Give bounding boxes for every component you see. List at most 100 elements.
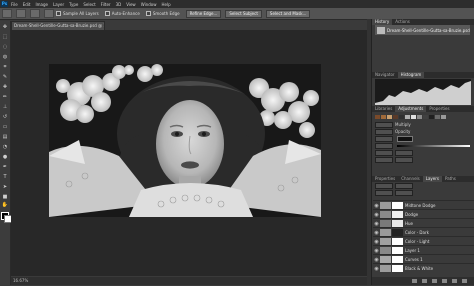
visibility-eye-icon[interactable]: ◉ xyxy=(373,221,380,227)
tab-properties-top[interactable]: Properties xyxy=(426,106,452,112)
sample-all-layers-checkbox[interactable] xyxy=(56,11,61,16)
marquee-tool-icon[interactable]: ⬚ xyxy=(2,34,8,40)
smooth-edge-checkbox[interactable] xyxy=(145,11,151,16)
swatch[interactable] xyxy=(381,114,386,119)
photo-canvas[interactable] xyxy=(49,64,321,217)
visibility-eye-icon[interactable]: ◉ xyxy=(373,203,380,209)
tab-histogram[interactable]: Histogram xyxy=(397,72,425,78)
gradient-select[interactable] xyxy=(375,142,393,149)
type-tool-icon[interactable]: T xyxy=(2,174,8,180)
tab-adjustments[interactable]: Adjustments xyxy=(395,106,427,112)
tab-paths[interactable]: Paths xyxy=(442,176,459,182)
eyedropper-tool-icon[interactable]: ✎ xyxy=(2,74,8,80)
subtract-selection-icon[interactable] xyxy=(44,9,54,18)
menu-file[interactable]: File xyxy=(11,2,18,7)
zoom-level[interactable]: 16.67% xyxy=(13,278,28,283)
swatch[interactable] xyxy=(441,114,446,119)
healing-brush-tool-icon[interactable]: ✚ xyxy=(2,84,8,90)
menu-filter[interactable]: Filter xyxy=(101,2,111,7)
layer-mask-thumbnail xyxy=(392,247,403,254)
tab-libraries[interactable]: Libraries xyxy=(372,106,395,112)
canvas-area[interactable] xyxy=(11,30,367,276)
menu-image[interactable]: Image xyxy=(35,2,48,7)
brush-tool-icon[interactable]: ✏ xyxy=(2,94,8,100)
swatch[interactable] xyxy=(375,114,380,119)
history-snapshot-row[interactable]: Dream-Shell-Gentille-Gutta-sa-Bruzie.psd xyxy=(375,25,470,35)
layer-kind-filter[interactable] xyxy=(375,182,393,189)
tab-properties[interactable]: Properties xyxy=(372,176,398,182)
portrait-photo xyxy=(49,64,321,217)
menu-select[interactable]: Select xyxy=(83,2,95,7)
crop-tool-icon[interactable]: ⌗ xyxy=(2,64,8,70)
swatch[interactable] xyxy=(399,114,404,119)
rectangle-tool-icon[interactable]: ■ xyxy=(2,194,8,200)
add-to-selection-icon[interactable] xyxy=(30,9,40,18)
visibility-eye-icon[interactable]: ◉ xyxy=(373,230,380,236)
layer-fill-input[interactable] xyxy=(395,189,413,196)
tone-input-4[interactable] xyxy=(395,156,413,163)
layer-blend-mode-select[interactable] xyxy=(395,182,413,189)
color-mode-select[interactable] xyxy=(375,135,393,142)
swatch[interactable] xyxy=(429,114,434,119)
select-subject-button[interactable]: Select Subject xyxy=(225,9,262,18)
tone-input-2[interactable] xyxy=(395,149,413,156)
blend-mode-label: Multiply xyxy=(395,122,411,127)
swatch[interactable] xyxy=(435,114,440,119)
history-brush-tool-icon[interactable]: ↺ xyxy=(2,114,8,120)
layer-thumbnail xyxy=(380,220,391,227)
color-swatch-dark[interactable] xyxy=(397,135,413,142)
layer-thumbnail xyxy=(380,238,391,245)
layer-thumbnail xyxy=(380,202,391,209)
dodge-tool-icon[interactable]: ● xyxy=(2,154,8,160)
swatch[interactable] xyxy=(423,114,428,119)
eraser-tool-icon[interactable]: ▭ xyxy=(2,124,8,130)
quick-selection-tool-icon[interactable]: ◍ xyxy=(2,54,8,60)
visibility-eye-icon[interactable]: ◉ xyxy=(373,212,380,218)
menu-view[interactable]: View xyxy=(126,2,136,7)
gradient-tool-icon[interactable]: ▤ xyxy=(2,134,8,140)
pen-tool-icon[interactable]: ✒ xyxy=(2,164,8,170)
gradient-slider[interactable] xyxy=(397,144,470,147)
hand-tool-icon[interactable]: ✋ xyxy=(2,202,8,208)
menu-3d[interactable]: 3D xyxy=(116,2,122,7)
layer-thumbnail xyxy=(380,211,391,218)
blur-tool-icon[interactable]: ◔ xyxy=(2,144,8,150)
layer-name: Hue xyxy=(405,221,414,226)
smooth-edge-label: Smooth Edge xyxy=(152,11,180,16)
menu-edit[interactable]: Edit xyxy=(23,2,31,7)
tone-input-1[interactable] xyxy=(375,149,393,156)
auto-enhance-checkbox[interactable] xyxy=(104,11,110,16)
menu-window[interactable]: Window xyxy=(141,2,157,7)
opacity-input[interactable] xyxy=(375,128,393,135)
tab-layers[interactable]: Layers xyxy=(422,176,442,182)
path-selection-tool-icon[interactable]: ➤ xyxy=(2,184,8,190)
opacity-label: Opacity xyxy=(395,129,411,134)
new-selection-icon[interactable] xyxy=(16,9,26,18)
histogram-panel-tabs: Navigator Histogram xyxy=(372,72,474,78)
blend-mode-select[interactable] xyxy=(375,121,393,128)
refine-edge-button[interactable]: Refine Edge... xyxy=(185,9,222,18)
visibility-eye-icon[interactable]: ◉ xyxy=(373,248,380,254)
tab-channels[interactable]: Channels xyxy=(398,176,423,182)
auto-enhance-label: Auto-Enhance xyxy=(111,11,140,16)
select-and-mask-button[interactable]: Select and Mask... xyxy=(265,9,311,18)
document-tab[interactable]: Dream-Shell-Gentille-Gutta-sa-Bruzie.psd… xyxy=(11,21,105,30)
move-tool-icon[interactable]: ✥ xyxy=(2,24,8,30)
tab-navigator[interactable]: Navigator xyxy=(372,72,398,78)
visibility-eye-icon[interactable]: ◉ xyxy=(373,257,380,263)
visibility-eye-icon[interactable]: ◉ xyxy=(373,239,380,245)
menu-type[interactable]: Type xyxy=(69,2,78,7)
tone-input-3[interactable] xyxy=(375,156,393,163)
layer-opacity-input[interactable] xyxy=(375,189,393,196)
swatch[interactable] xyxy=(405,114,410,119)
clone-stamp-tool-icon[interactable]: ⊥ xyxy=(2,104,8,110)
menu-help[interactable]: Help xyxy=(161,2,170,7)
menu-layer[interactable]: Layer xyxy=(53,2,64,7)
layer-mask-thumbnail xyxy=(392,202,403,209)
swatch[interactable] xyxy=(393,114,398,119)
swatch[interactable] xyxy=(411,114,416,119)
quick-selection-tool-icon[interactable] xyxy=(2,9,12,18)
swatch[interactable] xyxy=(417,114,422,119)
swatch[interactable] xyxy=(387,114,392,119)
lasso-tool-icon[interactable]: ◌ xyxy=(2,44,8,50)
